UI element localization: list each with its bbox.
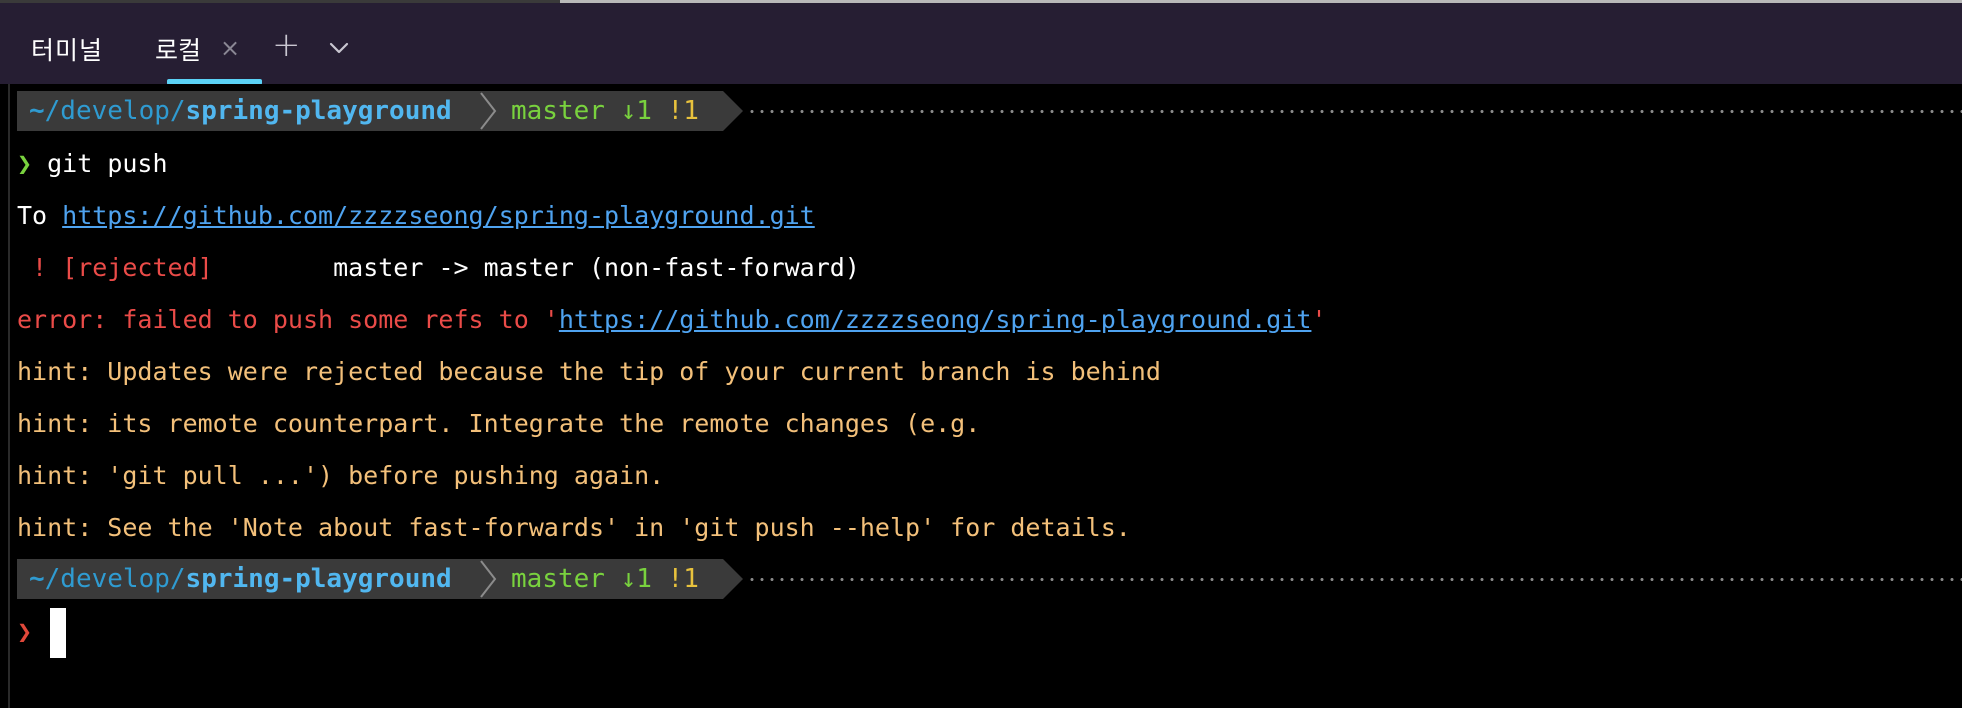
prompt-bar: ~/develop/spring-playground master ↓1 !1	[17, 91, 1962, 131]
prompt-fill-dots	[747, 110, 1962, 113]
git-branch: master	[511, 564, 605, 594]
error-suffix: '	[1311, 305, 1327, 334]
prompt-chevron-success: ❯	[17, 149, 33, 178]
segment-end-arrow-icon	[723, 559, 743, 599]
path-repo: spring-playground	[185, 564, 452, 594]
to-label: To	[17, 201, 63, 230]
segment-end-arrow-icon	[723, 91, 743, 131]
window-top-border	[0, 0, 560, 3]
git-branch: master	[511, 96, 605, 126]
remote-url-link[interactable]: https://github.com/zzzzseong/spring-play…	[62, 201, 815, 230]
output-line-to: To https://github.com/zzzzseong/spring-p…	[17, 196, 815, 236]
terminal-panel-title: 터미널	[31, 36, 104, 65]
segment-separator-icon	[475, 91, 503, 131]
error-prefix: error: failed to push some refs to '	[17, 305, 559, 334]
rejected-status: ! [rejected]	[17, 253, 213, 282]
text-cursor	[50, 608, 66, 658]
command-text: git push	[47, 149, 168, 178]
close-icon[interactable]: ×	[220, 34, 240, 62]
git-modified-count: !1	[667, 96, 699, 126]
git-behind-count: ↓1	[620, 564, 652, 594]
segment-separator-icon	[475, 559, 503, 599]
hint-line: hint: Updates were rejected because the …	[17, 357, 1161, 386]
terminal-output[interactable]: ~/develop/spring-playground master ↓1 !1…	[8, 84, 1962, 708]
tab-local[interactable]: 로컬	[155, 31, 201, 67]
add-tab-icon[interactable]: +	[272, 25, 301, 65]
path-repo: spring-playground	[185, 96, 452, 126]
command-line: ❯ git push	[17, 144, 168, 184]
rejected-refs: master -> master (non-fast-forward)	[333, 253, 860, 282]
output-line-error: error: failed to push some refs to 'http…	[17, 300, 1327, 340]
error-url-link[interactable]: https://github.com/zzzzseong/spring-play…	[559, 305, 1312, 334]
git-behind-count: ↓1	[620, 96, 652, 126]
prompt-path: ~/develop/spring-playground	[17, 559, 475, 599]
tab-bar: 터미널 로컬 × +	[0, 0, 1962, 85]
hint-line: hint: 'git pull ...') before pushing aga…	[17, 461, 665, 490]
git-status: master ↓1 !1	[503, 559, 723, 599]
hint-line: hint: See the 'Note about fast-forwards'…	[17, 513, 1131, 542]
chevron-down-icon[interactable]	[328, 37, 350, 59]
path-parent: /develop/	[44, 564, 186, 594]
git-modified-count: !1	[667, 564, 699, 594]
path-home: ~	[29, 564, 45, 594]
prompt-chevron-error: ❯	[17, 617, 33, 646]
git-status: master ↓1 !1	[503, 91, 723, 131]
output-line-rejected: ! [rejected] master -> master (non-fast-…	[17, 248, 860, 288]
prompt-bar: ~/develop/spring-playground master ↓1 !1	[17, 559, 1962, 599]
hint-line: hint: its remote counterpart. Integrate …	[17, 409, 981, 438]
prompt-path: ~/develop/spring-playground	[17, 91, 475, 131]
path-parent: /develop/	[44, 96, 186, 126]
input-line[interactable]: ❯	[17, 612, 32, 652]
path-home: ~	[29, 96, 45, 126]
prompt-fill-dots	[747, 578, 1962, 581]
